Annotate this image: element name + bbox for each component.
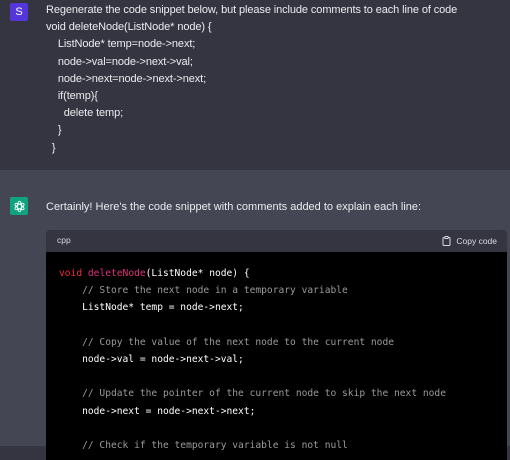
user-message-text: Regenerate the code snippet below, but p… <box>46 4 458 154</box>
copy-code-label: Copy code <box>456 236 497 246</box>
code-token: void <box>59 268 88 279</box>
code-token: deleteNode <box>87 268 146 279</box>
code-line: ​ <box>59 368 446 385</box>
code-block-header: cpp Copy code <box>46 230 507 252</box>
user-avatar: S <box>10 3 28 21</box>
code-language-label: cpp <box>57 235 71 245</box>
code-content: void deleteNode(ListNode* node) { // Sto… <box>59 265 446 454</box>
code-token: ListNode* temp = node->next; <box>59 302 244 314</box>
user-message-block: S Regenerate the code snippet below, but… <box>0 0 510 170</box>
code-token: // Store the next node in a temporary va… <box>59 285 348 297</box>
code-token: // Copy the value of the next node to th… <box>59 336 395 348</box>
code-line: ListNode* temp = node->next; <box>59 299 446 316</box>
code-line: // Update the pointer of the current nod… <box>59 385 446 402</box>
code-line: void deleteNode(ListNode* node) { <box>59 265 446 282</box>
code-line: ​ <box>59 317 446 334</box>
copy-code-button[interactable]: Copy code <box>442 234 497 248</box>
code-token: // Update the pointer of the current nod… <box>59 388 446 400</box>
assistant-message-block: Certainly! Here's the code snippet with … <box>0 170 510 460</box>
code-token: (ListNode* node) { <box>145 268 250 279</box>
code-line: node->next = node->next->next; <box>59 403 446 420</box>
clipboard-icon <box>442 236 451 246</box>
code-token: node->next = node->next->next; <box>59 405 256 417</box>
openai-logo-icon <box>10 197 28 215</box>
code-line: ​ <box>59 420 446 437</box>
code-line: node->val = node->next->val; <box>59 351 446 368</box>
code-token: node->val = node->next->val; <box>59 354 244 366</box>
openai-logo-svg <box>13 200 25 212</box>
assistant-intro-text: Certainly! Here's the code snippet with … <box>46 201 422 213</box>
code-block: cpp Copy code void deleteNode(ListNode* … <box>46 230 507 460</box>
code-line: // Store the next node in a temporary va… <box>59 282 446 299</box>
code-line: // Copy the value of the next node to th… <box>59 334 446 351</box>
